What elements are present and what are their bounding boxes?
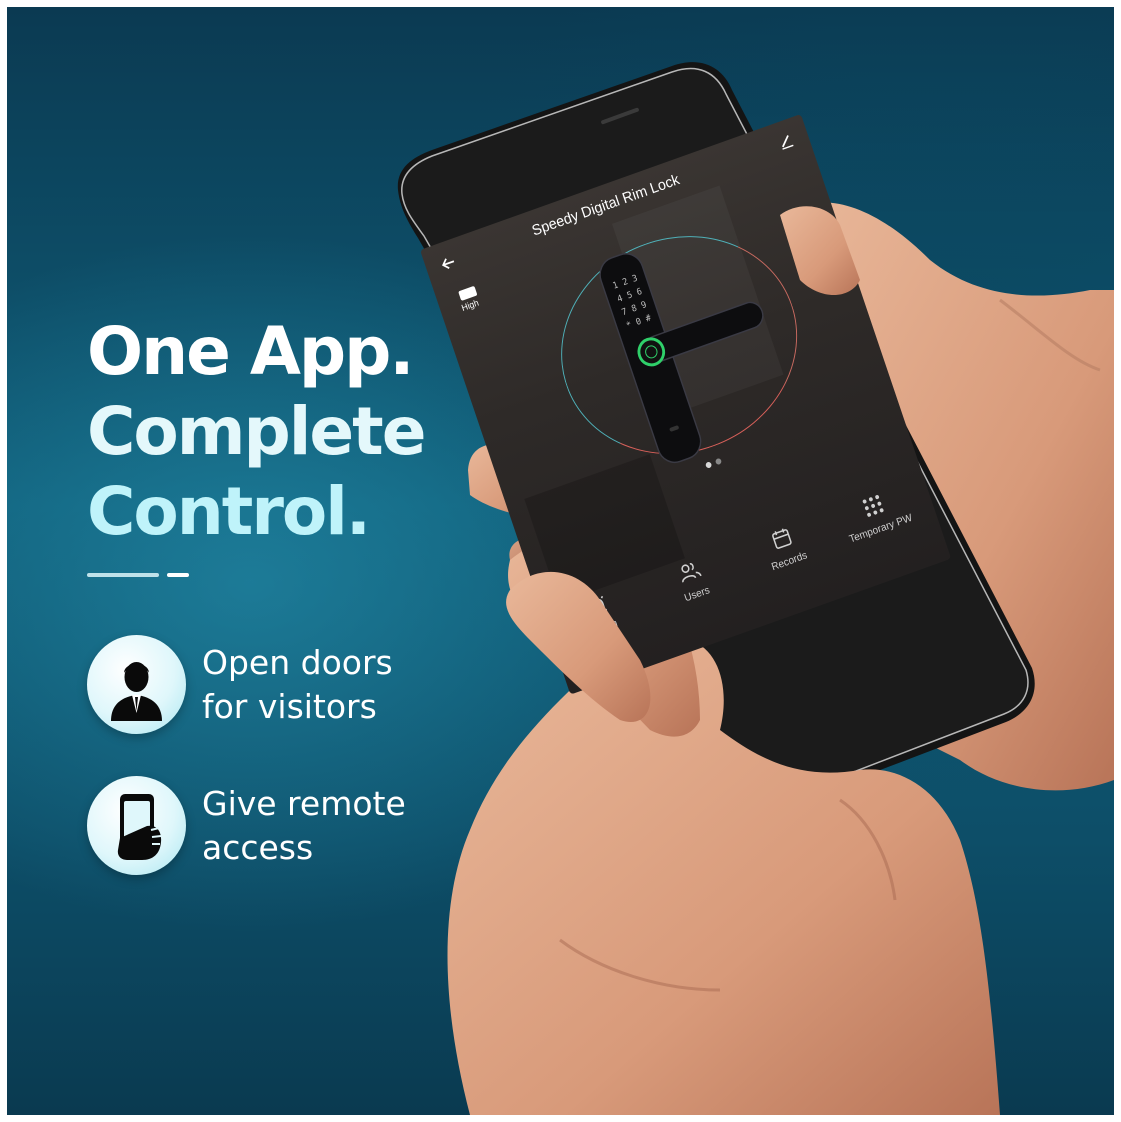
battery-status: High xyxy=(456,279,501,320)
back-arrow-icon[interactable] xyxy=(436,250,460,275)
edit-pencil-icon[interactable] xyxy=(774,128,798,153)
smart-lock-image[interactable]: 1 2 3 4 5 6 7 8 9 * 0 # xyxy=(556,203,812,494)
alarm-icon xyxy=(587,594,608,616)
keypad-icon xyxy=(862,495,884,517)
phone-in-hands: Speedy Digital Rim Lock High 1 2 3 4 5 6… xyxy=(0,0,1121,1122)
users-icon xyxy=(681,563,702,583)
nav-temporary-pw[interactable]: Temporary PW xyxy=(824,467,930,571)
records-icon xyxy=(772,528,792,549)
nav-records[interactable]: Records xyxy=(733,500,839,604)
